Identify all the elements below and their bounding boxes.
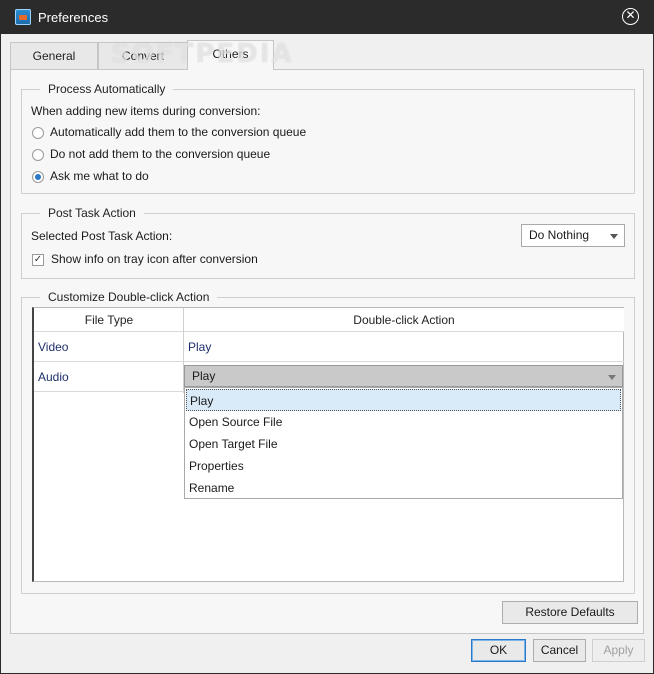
- dropdown-option[interactable]: Play: [186, 389, 621, 411]
- dropdown-option[interactable]: Properties: [186, 455, 244, 477]
- tab-content-others: Process Automatically When adding new it…: [10, 69, 644, 634]
- audio-action-select[interactable]: Play: [184, 365, 623, 387]
- window-title: Preferences: [38, 10, 109, 25]
- preferences-window: Preferences ✕ General Convert Others SOF…: [0, 0, 654, 674]
- column-header-action[interactable]: Double-click Action: [184, 308, 624, 332]
- radio-label[interactable]: Automatically add them to the conversion…: [50, 125, 306, 139]
- group-legend: Customize Double-click Action: [40, 290, 218, 304]
- show-info-checkbox[interactable]: ✓: [32, 254, 44, 266]
- apply-button[interactable]: Apply: [592, 639, 645, 662]
- group-legend: Process Automatically: [40, 82, 174, 96]
- process-prompt: When adding new items during conversion:: [31, 104, 261, 118]
- radio-ask-me[interactable]: [32, 171, 44, 183]
- radio-auto-add[interactable]: [32, 127, 44, 139]
- radio-do-not-add[interactable]: [32, 149, 44, 161]
- cancel-button[interactable]: Cancel: [533, 639, 586, 662]
- select-value: Play: [192, 369, 216, 383]
- tab-general[interactable]: General: [10, 42, 98, 69]
- title-bar: Preferences ✕: [1, 1, 653, 34]
- restore-defaults-button[interactable]: Restore Defaults: [502, 601, 638, 624]
- group-legend: Post Task Action: [40, 206, 144, 220]
- process-automatically-group: Process Automatically When adding new it…: [21, 82, 635, 194]
- close-icon[interactable]: ✕: [622, 8, 639, 25]
- post-task-label: Selected Post Task Action:: [31, 229, 173, 243]
- tab-label: General: [32, 49, 76, 63]
- table-cell-file-type[interactable]: Video: [34, 332, 184, 362]
- chevron-down-icon: [608, 375, 616, 380]
- dropdown-option[interactable]: Rename: [186, 477, 234, 499]
- post-task-action-group: Post Task Action Selected Post Task Acti…: [21, 206, 635, 279]
- action-dropdown-list: Play Open Source File Open Target File P…: [184, 387, 623, 499]
- table-cell-file-type[interactable]: Audio: [34, 362, 184, 392]
- app-icon: [15, 9, 31, 25]
- table-cell-action[interactable]: Play: [184, 332, 624, 362]
- chevron-down-icon: [610, 234, 618, 239]
- select-value: Do Nothing: [529, 228, 590, 242]
- post-task-action-select[interactable]: Do Nothing: [521, 224, 625, 247]
- column-header-file-type[interactable]: File Type: [34, 308, 184, 332]
- watermark: SOFTPEDIA: [111, 39, 294, 69]
- double-click-grid: File Type Double-click Action Video Play…: [32, 307, 624, 582]
- dropdown-option[interactable]: Open Target File: [186, 433, 278, 455]
- ok-button[interactable]: OK: [471, 639, 526, 662]
- checkbox-label[interactable]: Show info on tray icon after conversion: [51, 252, 258, 266]
- radio-label[interactable]: Do not add them to the conversion queue: [50, 147, 270, 161]
- radio-label[interactable]: Ask me what to do: [50, 169, 149, 183]
- dropdown-option[interactable]: Open Source File: [186, 411, 282, 433]
